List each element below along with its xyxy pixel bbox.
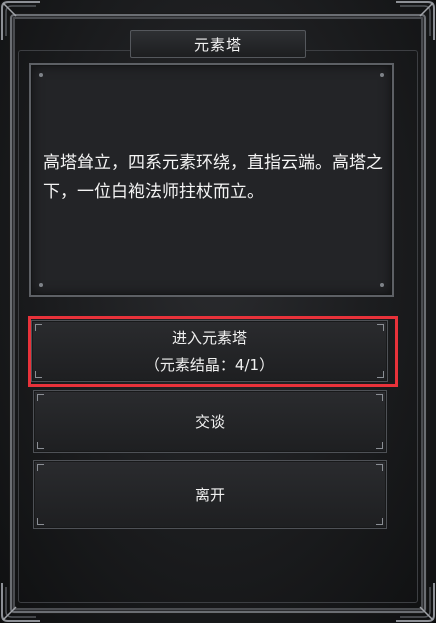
rivet-icon xyxy=(39,73,43,77)
talk-label: 交谈 xyxy=(194,413,225,431)
talk-button[interactable]: 交谈 xyxy=(33,390,387,453)
dialog-title-bar: 元素塔 xyxy=(130,30,306,58)
dialog-frame: 元素塔 高塔耸立，四系元素环绕，直指云端。高塔之下，一位白袍法师拄杖而立。 进入… xyxy=(0,0,436,623)
enter-tower-button[interactable]: 进入元素塔 （元素结晶：4/1） xyxy=(31,320,388,382)
rivet-icon xyxy=(39,283,43,287)
rivet-icon xyxy=(380,73,384,77)
leave-button[interactable]: 离开 xyxy=(33,460,387,529)
dialog-title: 元素塔 xyxy=(193,35,242,54)
enter-tower-cost: （元素结晶：4/1） xyxy=(144,356,275,374)
description-text: 高塔耸立，四系元素环绕，直指云端。高塔之下，一位白袍法师拄杖而立。 xyxy=(43,153,383,202)
description-panel: 高塔耸立，四系元素环绕，直指云端。高塔之下，一位白袍法师拄杖而立。 xyxy=(29,63,394,297)
rivet-icon xyxy=(380,283,384,287)
leave-label: 离开 xyxy=(194,486,225,504)
enter-tower-label: 进入元素塔 xyxy=(171,329,247,347)
